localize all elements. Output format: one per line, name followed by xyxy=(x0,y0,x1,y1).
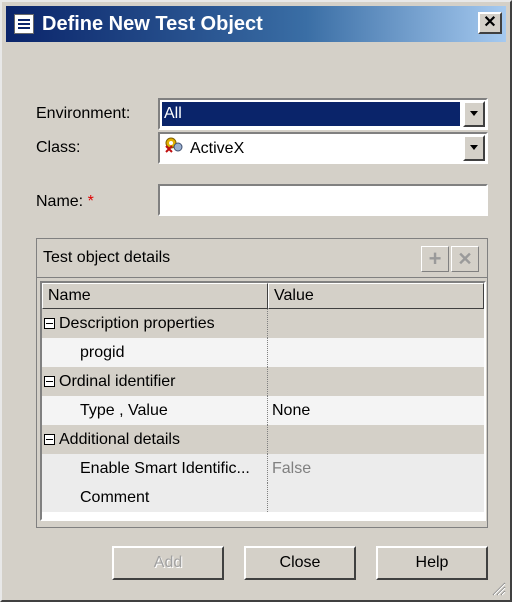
environment-label: Environment: xyxy=(36,105,131,122)
dialog-title: Define New Test Object xyxy=(42,13,263,35)
class-select[interactable]: ActiveX xyxy=(158,132,488,164)
chevron-down-icon[interactable] xyxy=(463,101,485,127)
close-button[interactable]: Close xyxy=(244,546,356,580)
column-header-value[interactable]: Value xyxy=(268,283,484,309)
add-property-icon[interactable]: + xyxy=(421,246,449,272)
environment-select[interactable]: All xyxy=(158,98,488,130)
dialog-icon xyxy=(14,14,34,34)
add-button[interactable]: Add xyxy=(112,546,224,580)
name-label: Name: * xyxy=(36,193,94,210)
properties-grid: Name Value Description properties progid… xyxy=(40,281,486,521)
title-bar[interactable]: Define New Test Object ✕ xyxy=(6,6,506,42)
activex-icon xyxy=(164,136,184,162)
category-row[interactable]: Ordinal identifier xyxy=(42,367,484,396)
column-header-name[interactable]: Name xyxy=(42,283,268,309)
chevron-down-icon[interactable] xyxy=(463,135,485,161)
property-row[interactable]: Comment xyxy=(42,483,484,512)
help-button[interactable]: Help xyxy=(376,546,488,580)
remove-property-icon[interactable]: ✕ xyxy=(451,246,479,272)
test-object-details-panel: Test object details + ✕ Name Value Descr… xyxy=(36,238,488,528)
environment-value: All xyxy=(162,102,460,126)
collapse-icon[interactable] xyxy=(44,318,55,330)
resize-grip-icon[interactable] xyxy=(492,582,506,596)
property-row[interactable]: Enable Smart Identific... False xyxy=(42,454,484,483)
property-row[interactable]: Type , Value None xyxy=(42,396,484,425)
details-title: Test object details xyxy=(43,249,171,266)
name-input[interactable] xyxy=(158,184,488,216)
collapse-icon[interactable] xyxy=(44,376,55,388)
define-new-test-object-dialog: Define New Test Object ✕ Environment: Al… xyxy=(0,0,512,602)
required-marker: * xyxy=(87,193,94,210)
grid-header: Name Value xyxy=(42,283,484,309)
category-row[interactable]: Description properties xyxy=(42,309,484,338)
class-label: Class: xyxy=(36,139,81,156)
class-value: ActiveX xyxy=(190,140,245,158)
details-header: Test object details + ✕ xyxy=(37,239,487,278)
close-icon[interactable]: ✕ xyxy=(478,12,502,34)
collapse-icon[interactable] xyxy=(44,434,55,446)
property-row[interactable]: progid xyxy=(42,338,484,367)
category-row[interactable]: Additional details xyxy=(42,425,484,454)
